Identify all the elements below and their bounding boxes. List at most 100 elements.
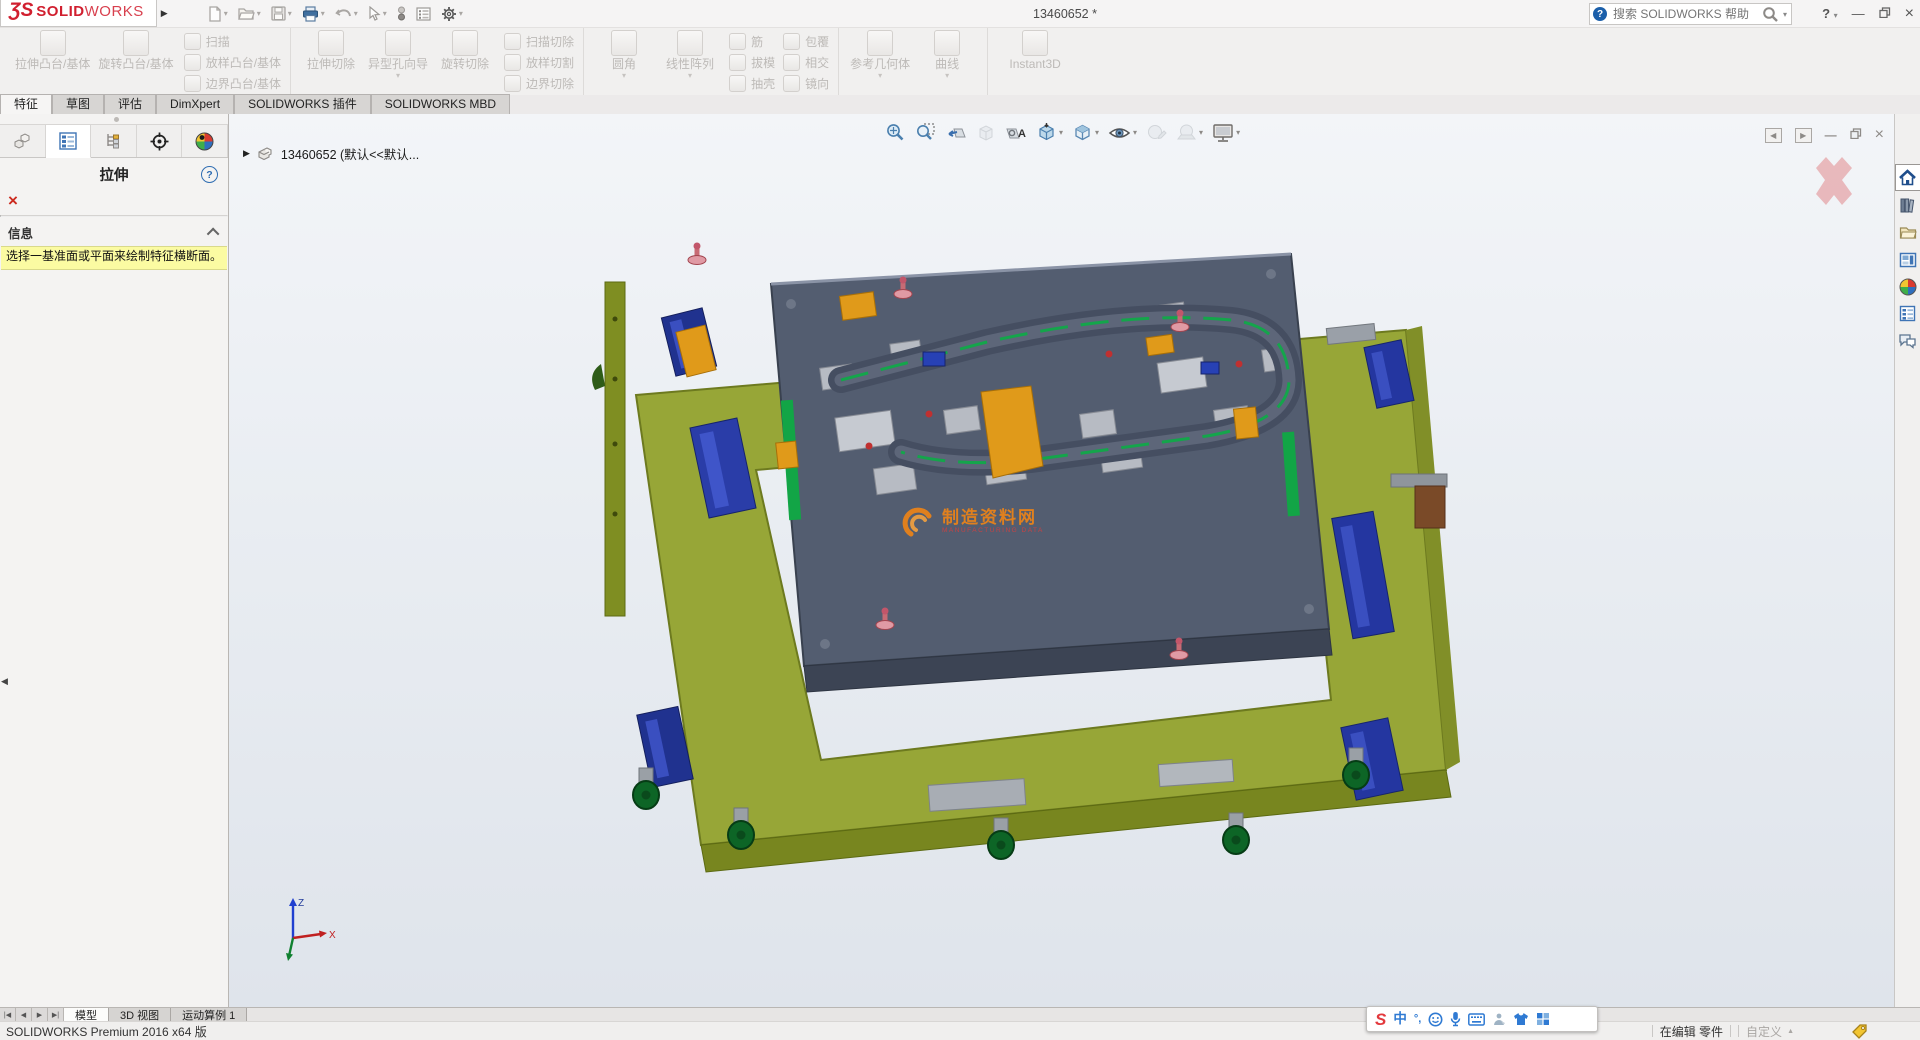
help-menu-button[interactable]: ? ▾ — [1822, 6, 1838, 21]
tree-expand-icon[interactable]: ▶ — [243, 148, 250, 159]
selection-filter-toggle-icon[interactable] — [394, 4, 409, 23]
customize-caret-icon[interactable]: ▲ — [1787, 1028, 1794, 1035]
tab-display-manager[interactable] — [182, 125, 228, 157]
linear-pattern-button[interactable]: 线性阵列 ▾ — [657, 29, 723, 82]
dropdown-caret-icon[interactable]: ▾ — [288, 9, 292, 18]
panel-splitter-handle[interactable] — [0, 114, 228, 124]
doc-close-button[interactable]: × — [1875, 126, 1884, 144]
task-pane-home-button[interactable] — [1895, 164, 1920, 191]
restore-button[interactable] — [1879, 6, 1891, 21]
graphics-viewport[interactable]: ▶ 13460652 (默认<<默认... A ▾ ▾ — [229, 114, 1894, 1008]
instant3d-button[interactable]: Instant3D — [995, 29, 1075, 72]
draft-button[interactable]: 拔模 — [729, 54, 775, 71]
dropdown-caret-icon[interactable]: ▾ — [354, 9, 358, 18]
custom-properties-button[interactable] — [1896, 301, 1920, 326]
part-name[interactable]: 13460652 (默认<<默认... — [281, 144, 419, 163]
previous-view-icon[interactable] — [945, 123, 967, 143]
hide-show-items-button[interactable]: ▾ — [1108, 123, 1137, 143]
swept-boss-button[interactable]: 扫描 — [184, 33, 281, 50]
ime-toolbox-button[interactable] — [1536, 1012, 1550, 1026]
wrap-button[interactable]: 包覆 — [783, 33, 829, 50]
tab-solidworks-addins[interactable]: SOLIDWORKS 插件 — [234, 94, 371, 114]
revolved-boss-button[interactable]: 旋转凸台/基体 — [94, 29, 177, 72]
3d-model[interactable] — [229, 114, 1894, 1008]
solidworks-logo[interactable]: ƷS SOLID WORKS — [0, 0, 157, 27]
boundary-cut-button[interactable]: 边界切除 — [504, 75, 574, 92]
search-icon[interactable] — [1762, 6, 1779, 23]
dropdown-caret-icon[interactable]: ▾ — [1095, 128, 1099, 137]
save-button[interactable]: ▾ — [268, 4, 295, 23]
minimize-button[interactable]: — — [1852, 6, 1865, 21]
view-settings-button[interactable]: ▾ — [1212, 123, 1240, 143]
boundary-boss-button[interactable]: 边界凸台/基体 — [184, 75, 281, 92]
dropdown-caret-icon[interactable]: ▾ — [622, 72, 626, 81]
collapse-pane-right-icon[interactable]: ▶ — [1795, 128, 1812, 143]
properties-list-icon[interactable] — [413, 5, 434, 23]
dropdown-caret-icon[interactable]: ▾ — [688, 72, 692, 81]
select-cursor-button[interactable]: ▾ — [365, 4, 390, 23]
open-document-button[interactable]: ▾ — [235, 4, 264, 23]
hole-wizard-button[interactable]: 异型孔向导 ▾ — [364, 29, 432, 82]
shell-button[interactable]: 抽壳 — [729, 75, 775, 92]
display-style-button[interactable]: ▾ — [1072, 122, 1099, 143]
collapse-chevron-icon[interactable] — [207, 228, 220, 241]
tab-3d-views[interactable]: 3D 视图 — [109, 1008, 171, 1022]
pm-cancel-button[interactable]: × — [0, 190, 228, 215]
dynamic-annotation-views-icon[interactable]: A — [1005, 123, 1027, 143]
rib-button[interactable]: 筋 — [729, 33, 775, 50]
dropdown-caret-icon[interactable]: ▾ — [1236, 128, 1240, 137]
appearances-button[interactable] — [1896, 274, 1920, 299]
ime-punctuation-button[interactable]: °, — [1414, 1014, 1421, 1025]
ime-language-mode-button[interactable]: 中 — [1393, 1012, 1407, 1026]
pm-help-icon[interactable]: ? — [201, 166, 218, 183]
ime-voice-button[interactable] — [1450, 1011, 1461, 1027]
new-document-button[interactable]: ▾ — [204, 4, 231, 24]
swept-cut-button[interactable]: 扫描切除 — [504, 33, 574, 50]
search-input[interactable] — [1611, 6, 1760, 22]
tab-solidworks-mbd[interactable]: SOLIDWORKS MBD — [371, 94, 510, 114]
collapse-pane-left-icon[interactable]: ◀ — [1765, 128, 1782, 143]
help-search-box[interactable]: ? ▾ — [1589, 3, 1792, 25]
last-sheet-button[interactable]: ▶| — [48, 1008, 64, 1022]
dropdown-caret-icon[interactable]: ▾ — [396, 72, 400, 81]
info-group-header[interactable]: 信息 — [0, 217, 228, 246]
dropdown-caret-icon[interactable]: ▾ — [224, 9, 228, 18]
dropdown-caret-icon[interactable]: ▾ — [257, 9, 261, 18]
dropdown-caret-icon[interactable]: ▾ — [945, 72, 949, 81]
doc-restore-button[interactable] — [1850, 128, 1862, 142]
undo-button[interactable]: ▾ — [332, 4, 361, 23]
next-sheet-button[interactable]: ▶ — [32, 1008, 48, 1022]
zoom-to-area-icon[interactable] — [915, 122, 936, 143]
dropdown-caret-icon[interactable]: ▾ — [321, 9, 325, 18]
tab-model[interactable]: 模型 — [64, 1008, 109, 1022]
extruded-cut-button[interactable]: 拉伸切除 — [298, 29, 364, 72]
confirmation-corner-cancel-icon[interactable] — [1808, 154, 1860, 210]
dropdown-caret-icon[interactable]: ▾ — [878, 72, 882, 81]
lofted-cut-button[interactable]: 放样切割 — [504, 54, 574, 71]
dropdown-caret-icon[interactable]: ▾ — [1133, 128, 1137, 137]
dropdown-caret-icon[interactable]: ▾ — [1059, 128, 1063, 137]
curves-button[interactable]: 曲线 ▾ — [914, 29, 980, 82]
tab-sketch[interactable]: 草图 — [52, 94, 104, 114]
prev-sheet-button[interactable]: ◀ — [16, 1008, 32, 1022]
intersect-button[interactable]: 相交 — [783, 54, 829, 71]
tab-dimxpert-manager[interactable] — [137, 125, 183, 157]
doc-minimize-button[interactable]: — — [1825, 128, 1837, 142]
tab-features[interactable]: 特征 — [0, 94, 52, 114]
reference-geometry-button[interactable]: 参考几何体 ▾ — [846, 29, 914, 82]
tab-motion-study[interactable]: 运动算例 1 — [171, 1008, 247, 1022]
design-library-button[interactable] — [1896, 193, 1920, 218]
fillet-button[interactable]: 圆角 ▾ — [591, 29, 657, 82]
dropdown-caret-icon[interactable]: ▾ — [1199, 128, 1203, 137]
close-button[interactable]: × — [1905, 5, 1914, 23]
options-gear-button[interactable]: ▾ — [438, 4, 466, 24]
tag-icon[interactable] — [1852, 1024, 1868, 1039]
mirror-button[interactable]: 镜向 — [783, 75, 829, 92]
flyout-feature-tree[interactable]: ▶ 13460652 (默认<<默认... — [243, 144, 419, 163]
zoom-to-fit-icon[interactable] — [885, 122, 906, 143]
menu-flyout-icon[interactable]: ▶ — [161, 8, 168, 19]
lofted-boss-button[interactable]: 放样凸台/基体 — [184, 54, 281, 71]
tab-feature-tree[interactable] — [0, 125, 46, 157]
tab-evaluate[interactable]: 评估 — [104, 94, 156, 114]
tab-dimxpert[interactable]: DimXpert — [156, 94, 234, 114]
